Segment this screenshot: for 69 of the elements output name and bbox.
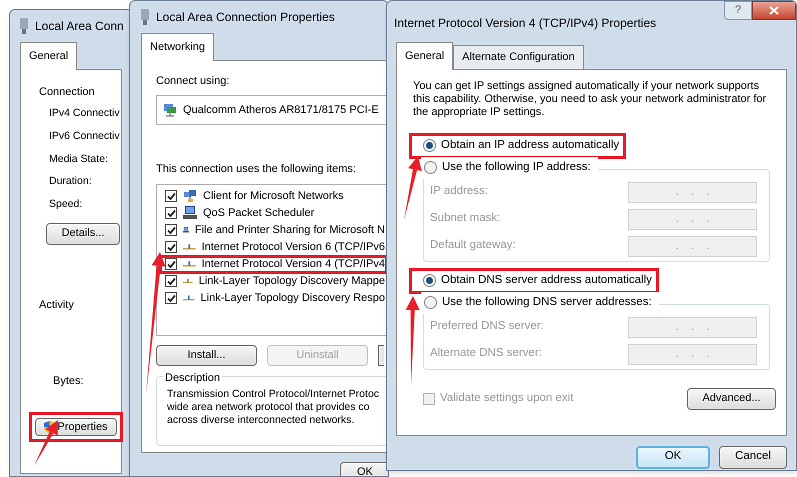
list-item[interactable]: Client for Microsoft Networks: [203, 188, 344, 204]
field-label: Media State:: [49, 152, 109, 166]
radio-button[interactable]: [424, 296, 437, 309]
tab[interactable]: Alternate Configuration: [453, 45, 584, 68]
field-label: Alternate DNS server:: [430, 346, 542, 362]
section-label: Connect using:: [156, 74, 230, 88]
radio-label[interactable]: Obtain an IP address automatically: [441, 136, 620, 154]
radio-label[interactable]: Use the following IP address:: [442, 158, 591, 176]
properties-button[interactable]: Properties: [35, 418, 117, 436]
description-text: Transmission Control Protocol/Internet Protoc: [167, 388, 380, 400]
field-label: IPv6 Connectiv: [49, 128, 121, 144]
close-icon: [769, 6, 779, 15]
cancel-button[interactable]: Cancel: [719, 446, 787, 468]
checkbox[interactable]: [165, 275, 177, 287]
field-label: Bytes:: [53, 374, 85, 390]
checkbox[interactable]: [165, 292, 177, 304]
dialog-button[interactable]: Advanced...: [687, 388, 776, 410]
checkbox[interactable]: [165, 241, 177, 253]
field-label: IPv4 Connectiv: [49, 106, 121, 121]
tab[interactable]: General: [20, 42, 78, 70]
protocol-icon: [183, 243, 196, 251]
dialog-button[interactable]: Details...: [46, 222, 120, 245]
protocol-icon: [183, 277, 193, 285]
section-label: This connection uses the following items:: [156, 162, 357, 177]
window-title: Internet Protocol Version 4 (TCP/IPv4) Properties: [394, 15, 656, 32]
radio-label[interactable]: Use the following DNS server addresses:: [442, 294, 652, 312]
list-item[interactable]: Internet Protocol Version 6 (TCP/IPv6: [202, 238, 385, 256]
ok-button[interactable]: OK: [340, 462, 388, 476]
section-heading: Connection: [39, 84, 96, 100]
list-item[interactable]: Link-Layer Topology Discovery Mappe: [198, 272, 385, 290]
list-item[interactable]: QoS Packet Scheduler: [203, 204, 314, 222]
field-label: Speed:: [49, 197, 84, 212]
network-adapter-icon: [140, 9, 150, 25]
ok-button[interactable]: OK: [636, 446, 710, 468]
protocol-icon: [183, 294, 195, 302]
adapter-name: Qualcomm Atheros AR8171/8175 PCI-E: [183, 102, 379, 118]
radio-button[interactable]: [423, 274, 436, 287]
checkbox[interactable]: [165, 207, 177, 219]
field-label: IP address:: [430, 184, 488, 200]
network-client-icon: [183, 190, 197, 202]
list-item[interactable]: Link-Layer Topology Discovery Respo: [200, 290, 385, 306]
checkbox[interactable]: [165, 258, 177, 270]
tab[interactable]: General: [396, 42, 454, 70]
section-heading: Activity: [39, 298, 75, 313]
list-item[interactable]: File and Printer Sharing for Microsoft N: [194, 222, 385, 238]
radio-button[interactable]: [424, 161, 437, 174]
checkbox[interactable]: [165, 190, 177, 202]
description-text: across diverse interconnected networks.: [167, 414, 354, 426]
protocol-icon: [183, 260, 196, 268]
computer-icon: [183, 206, 197, 220]
radio-button[interactable]: [423, 139, 436, 152]
window-title: Local Area Conn: [35, 18, 124, 35]
intro-text: You can get IP settings assigned automatically if your network supports this capability. Otherwise, you need to ask your network administrator for the appropriate IP settings.: [413, 80, 768, 118]
checkbox[interactable]: [165, 224, 177, 236]
description-text: wide area network protocol that provides co: [167, 400, 370, 414]
tab[interactable]: Networking: [141, 33, 214, 60]
partial-button[interactable]: [378, 344, 384, 366]
network-adapter-icon: [19, 18, 29, 34]
help-button[interactable]: ?: [724, 1, 752, 20]
field-label: Subnet mask:: [430, 211, 500, 226]
dialog-button[interactable]: Install...: [156, 344, 257, 366]
field-label: Preferred DNS server:: [430, 319, 544, 334]
close-button[interactable]: [752, 1, 796, 20]
field-label: Default gateway:: [430, 238, 516, 254]
network-card-icon: [163, 103, 177, 117]
list-item[interactable]: Internet Protocol Version 4 (TCP/IPv4: [202, 256, 385, 272]
field-label: Duration:: [49, 174, 93, 190]
window-title: Local Area Connection Properties: [156, 9, 335, 26]
radio-label[interactable]: Obtain DNS server address automatically: [441, 272, 652, 290]
